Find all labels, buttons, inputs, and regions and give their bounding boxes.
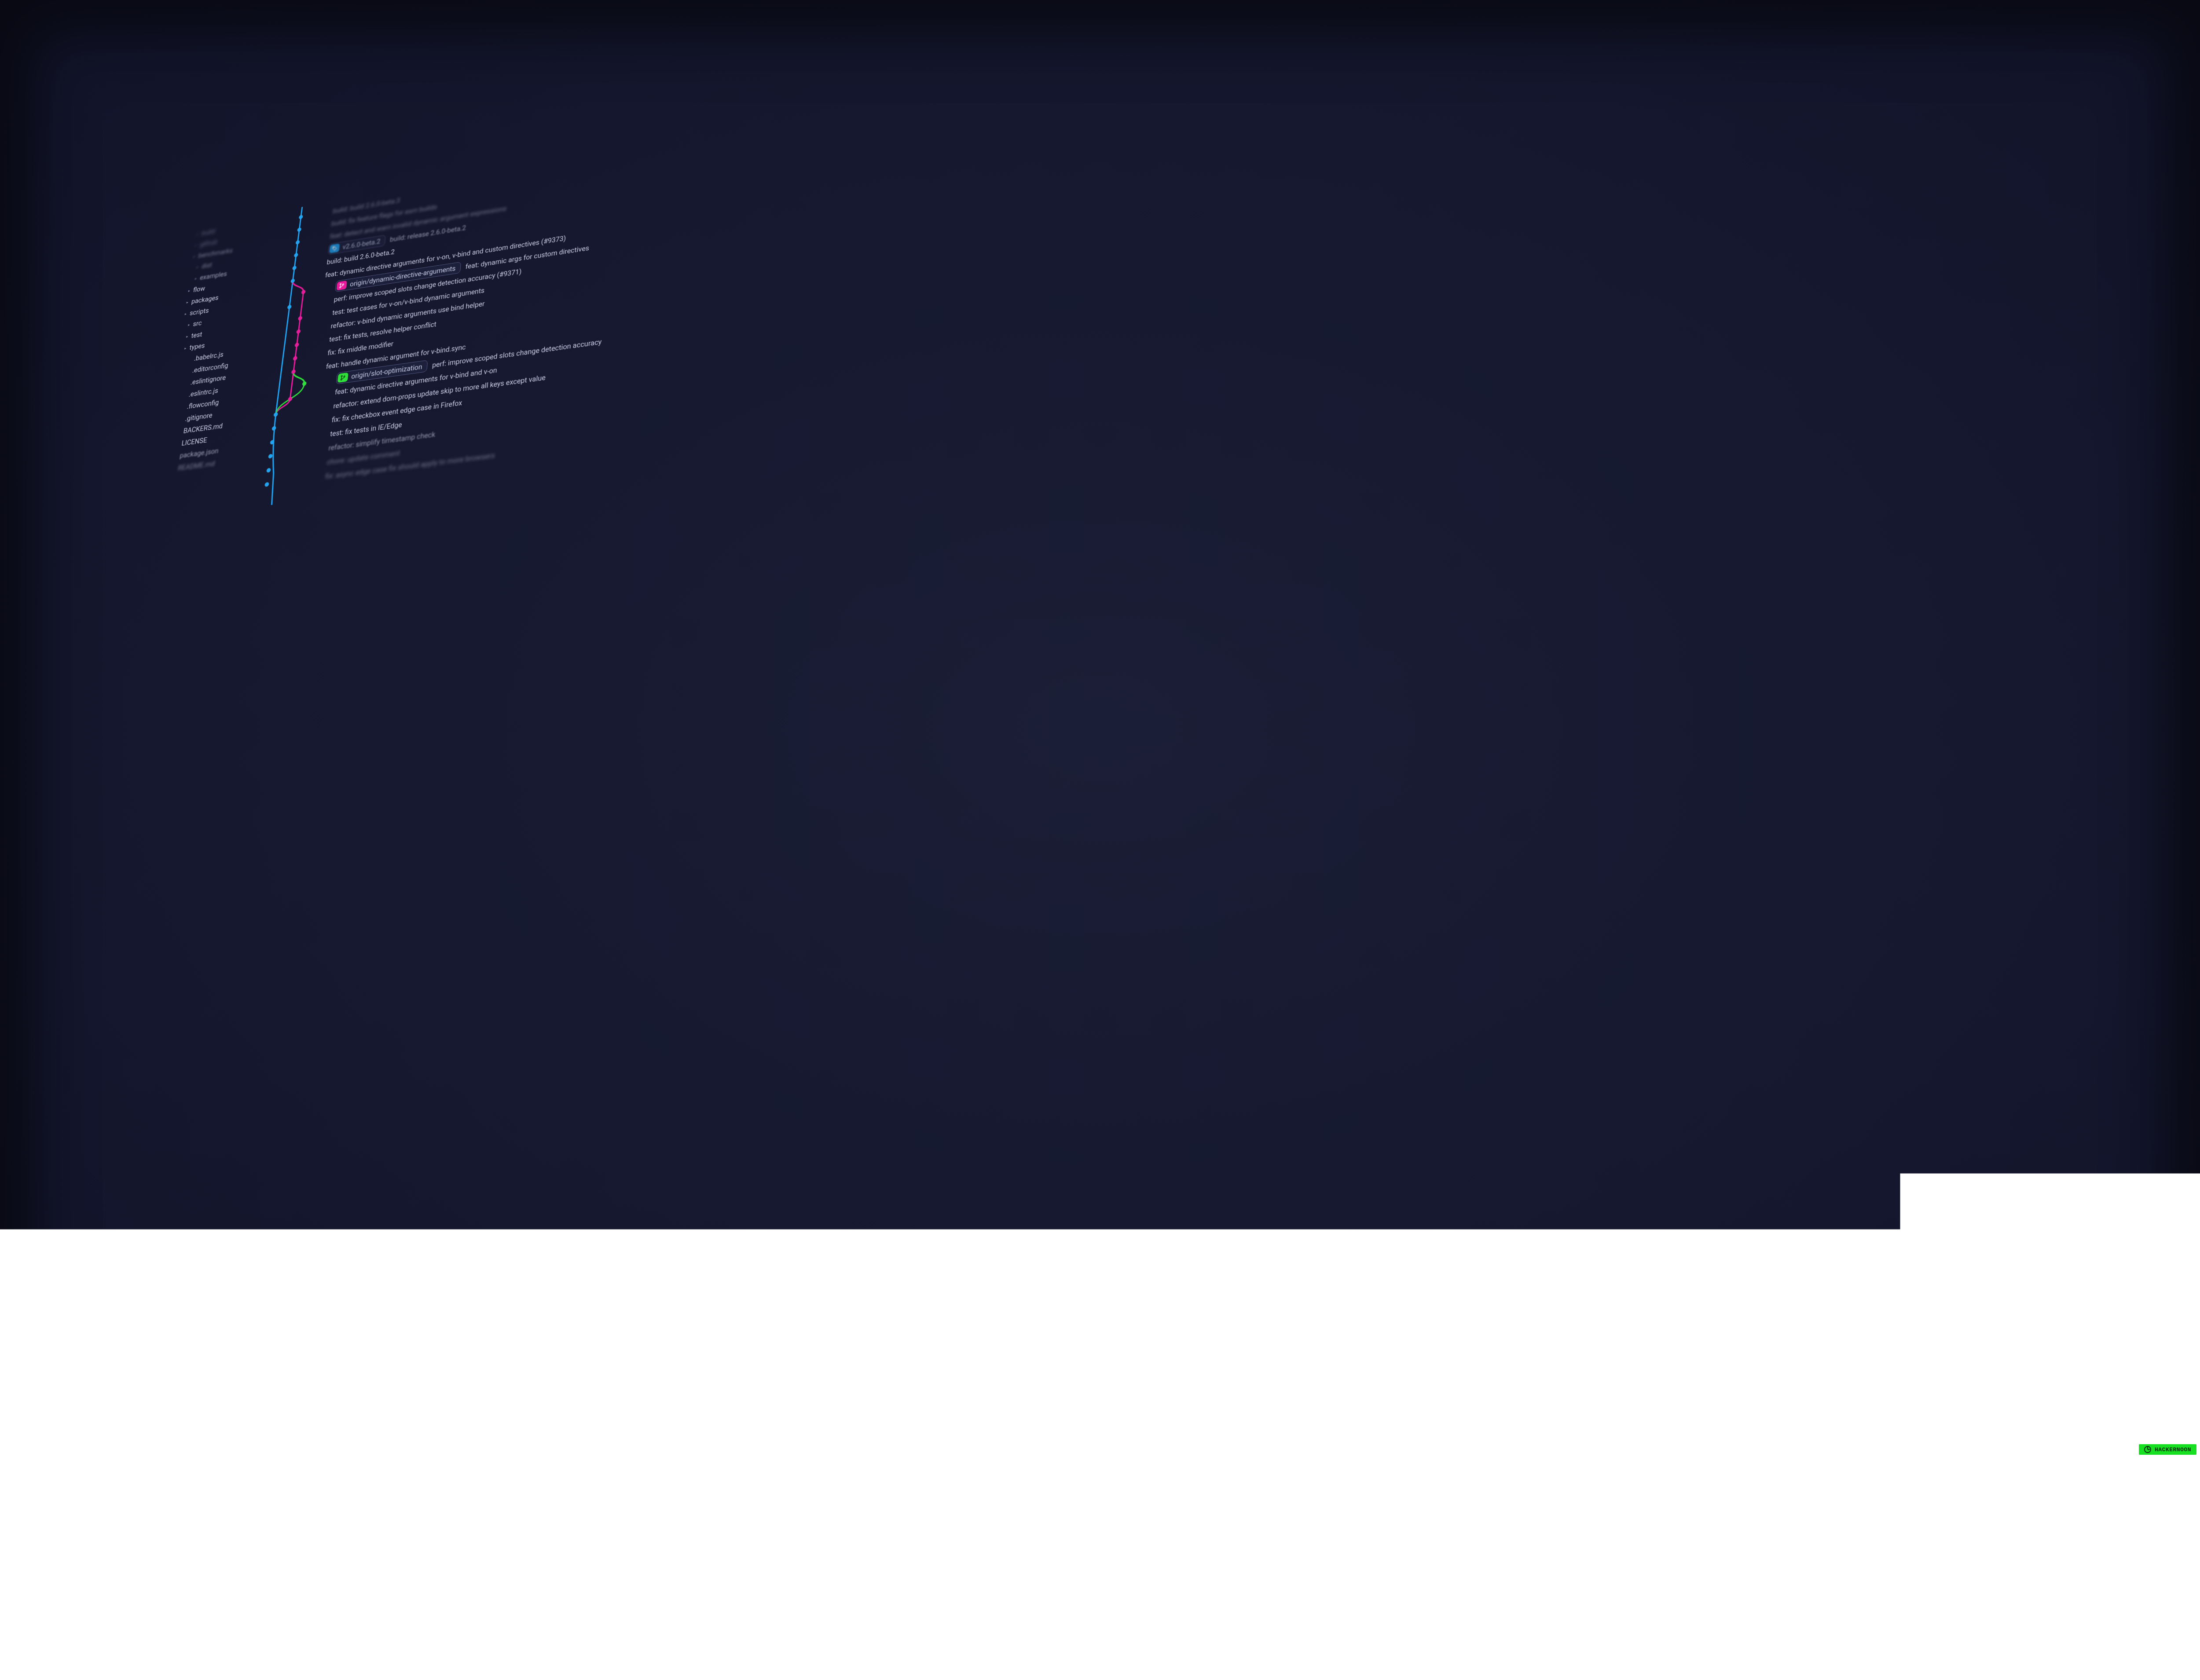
- tree-item-label: test: [191, 330, 203, 340]
- chevron-right-icon: ▸: [192, 254, 196, 259]
- chevron-right-icon: [176, 443, 179, 444]
- chevron-right-icon: ▸: [187, 288, 191, 293]
- chevron-right-icon: ▸: [183, 346, 187, 351]
- clock-icon: [2144, 1446, 2151, 1453]
- chevron-right-icon: [174, 456, 177, 457]
- git-branch-icon: [337, 373, 348, 383]
- tree-item-label: LICENSE: [181, 436, 208, 447]
- chevron-right-icon: ▸: [196, 232, 199, 236]
- tag-icon: [329, 243, 340, 253]
- chevron-right-icon: [180, 419, 183, 420]
- commit-list[interactable]: build: build 2.6.0-beta.3build: fix feat…: [300, 0, 2200, 487]
- tree-item-label: README.md: [177, 459, 216, 472]
- watermark-text: HACKERNOON: [2155, 1446, 2191, 1453]
- chevron-right-icon: ▸: [184, 311, 188, 316]
- chevron-right-icon: ▸: [185, 334, 189, 339]
- tree-item-label: types: [189, 341, 205, 351]
- git-history-panel: build: build 2.6.0-beta.3build: fix feat…: [107, 0, 2200, 1680]
- tree-item-label: .gitignore: [185, 411, 213, 423]
- tree-item-label: flow: [193, 284, 206, 294]
- chevron-right-icon: ▸: [186, 300, 190, 305]
- tree-item-label: scripts: [189, 306, 209, 317]
- chevron-right-icon: [172, 468, 175, 469]
- tree-item-label: dist: [201, 261, 213, 270]
- git-branch-icon: [336, 281, 347, 291]
- tree-item-label: github: [199, 238, 218, 248]
- chevron-right-icon: ▸: [187, 322, 191, 327]
- chevron-right-icon: ▸: [194, 276, 198, 281]
- tree-item-label: src: [193, 319, 202, 328]
- tree-item-label: build: [201, 227, 216, 237]
- chevron-right-icon: [178, 431, 181, 432]
- hackernoon-watermark: HACKERNOON: [2139, 1444, 2196, 1455]
- chevron-right-icon: ▸: [196, 265, 199, 269]
- chevron-right-icon: ▸: [194, 243, 198, 247]
